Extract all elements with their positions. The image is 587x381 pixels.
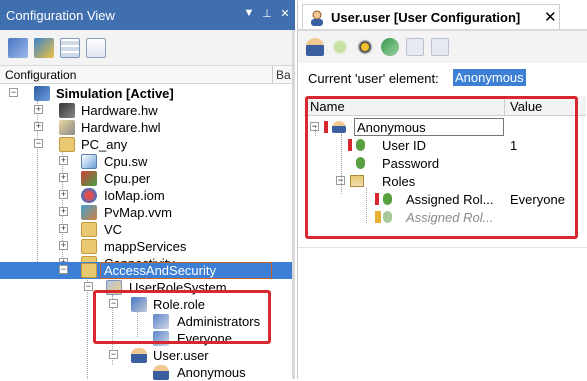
tree-row-cpu-sw[interactable]: + Cpu.sw <box>0 153 295 170</box>
tree-row-hardware-hwl[interactable]: + Hardware.hwl <box>0 119 295 136</box>
configuration-view-panel: Configuration View ▼ ⊥ ✕ Configuration B… <box>0 0 295 381</box>
sort-descending-icon[interactable] <box>431 38 449 56</box>
tree-row-iomap[interactable]: + IoMap.iom <box>0 187 295 204</box>
cpu-permanent-icon <box>81 171 97 186</box>
tree-row-simulation[interactable]: − Simulation [Active] <box>0 85 295 102</box>
tab-user-configuration[interactable]: User.user [User Configuration] ✕ <box>302 4 560 30</box>
panel-title: Configuration View <box>6 8 115 23</box>
configuration-view-title-bar: Configuration View ▼ ⊥ ✕ <box>0 0 295 30</box>
folder-icon <box>59 137 75 152</box>
hardware-list-icon <box>59 120 75 135</box>
configuration-icon[interactable] <box>8 37 28 58</box>
folder-icon <box>81 239 97 254</box>
tree-row-pvmap[interactable]: + PvMap.vvm <box>0 204 295 221</box>
user-item-icon <box>153 365 169 380</box>
tree-row-cpu-per[interactable]: + Cpu.per <box>0 170 295 187</box>
column-ba[interactable]: Ba <box>276 68 291 82</box>
hardware-icon <box>59 103 75 118</box>
column-configuration[interactable]: Configuration <box>5 68 76 82</box>
current-element-value[interactable]: Anonymous <box>453 69 526 86</box>
iomap-icon <box>81 188 97 203</box>
user-configuration-toolbar <box>298 31 587 63</box>
simulation-icon <box>34 86 50 101</box>
tree-row-user-user[interactable]: − User.user <box>0 347 295 364</box>
tree-row-anonymous[interactable]: Anonymous <box>0 364 295 381</box>
current-element-label: Current 'user' element: <box>308 71 439 86</box>
left-scrollbar[interactable] <box>292 30 295 379</box>
user-configuration-panel: User.user [User Configuration] ✕ Current… <box>297 0 587 379</box>
tree-row-hardware-hw[interactable]: + Hardware.hw <box>0 102 295 119</box>
folder-icon <box>81 222 97 237</box>
add-user-icon[interactable] <box>306 38 324 56</box>
pvmap-icon <box>81 205 97 220</box>
table-icon[interactable] <box>60 37 80 58</box>
tab-label: User.user [User Configuration] <box>331 10 521 25</box>
cube-icon[interactable] <box>34 37 54 58</box>
role-highlight-box <box>93 290 271 344</box>
close-icon[interactable]: ✕ <box>544 8 557 26</box>
tree-column-header: Configuration Ba <box>0 66 295 84</box>
security-folder-icon <box>81 263 97 278</box>
dropdown-icon[interactable]: ▼ <box>243 7 255 20</box>
tree-row-accessandsecurity[interactable]: − AccessAndSecurity <box>0 262 295 279</box>
add-element-icon[interactable] <box>331 38 349 56</box>
tag-icon[interactable] <box>381 38 399 56</box>
tree-row-mappservices[interactable]: + mappServices <box>0 238 295 255</box>
sort-ascending-icon[interactable] <box>406 38 424 56</box>
configuration-toolbar <box>0 30 295 66</box>
cpu-software-icon <box>81 154 97 169</box>
close-icon[interactable]: ✕ <box>279 7 291 20</box>
properties-icon[interactable] <box>86 37 106 58</box>
navigate-icon[interactable] <box>356 38 374 56</box>
pin-icon[interactable]: ⊥ <box>261 7 273 20</box>
tree-row-vc[interactable]: + VC <box>0 221 295 238</box>
user-icon <box>131 348 147 363</box>
tree-row-pc-any[interactable]: − PC_any <box>0 136 295 153</box>
user-icon <box>309 10 325 26</box>
property-highlight-box <box>305 96 578 239</box>
